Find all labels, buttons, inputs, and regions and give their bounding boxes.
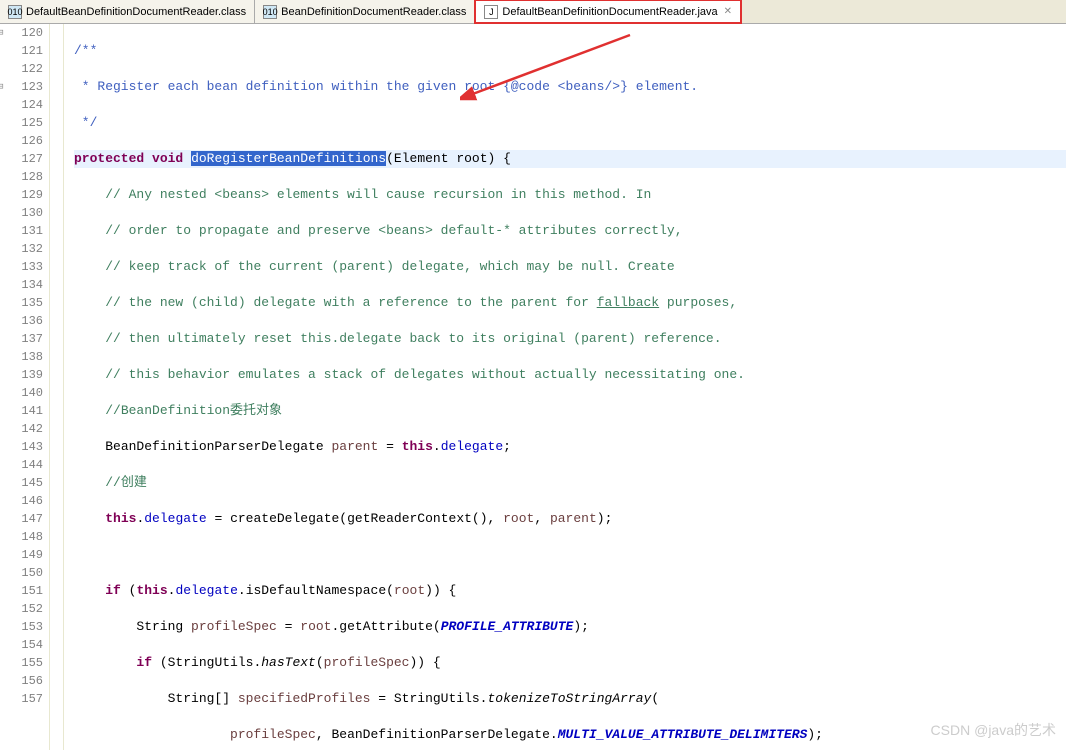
tab-java-active[interactable]: J DefaultBeanDefinitionDocumentReader.jav… <box>474 0 742 24</box>
javadoc: * Register each bean definition within t… <box>74 79 698 94</box>
tab-label: BeanDefinitionDocumentReader.class <box>281 6 466 18</box>
class-file-icon: 010 <box>8 5 22 19</box>
watermark: CSDN @java的艺术 <box>931 720 1056 740</box>
highlighted-line: protected void doRegisterBeanDefinitions… <box>74 150 1066 168</box>
javadoc: */ <box>74 115 97 130</box>
code-editor[interactable]: 120⊟121122123⊟12412512612712812913013113… <box>0 24 1066 750</box>
editor-tabs: 010 DefaultBeanDefinitionDocumentReader.c… <box>0 0 1066 24</box>
comment: //创建 <box>105 475 147 490</box>
comment: // then ultimately reset this.delegate b… <box>105 331 721 346</box>
comment: // keep track of the current (parent) de… <box>105 259 675 274</box>
close-icon[interactable]: ✕ <box>724 6 732 17</box>
selected-method-name: doRegisterBeanDefinitions <box>191 151 386 166</box>
code-area[interactable]: /** * Register each bean definition with… <box>64 24 1066 750</box>
comment: // this behavior emulates a stack of del… <box>105 367 745 382</box>
tab-label: DefaultBeanDefinitionDocumentReader.clas… <box>26 6 246 18</box>
tab-label: DefaultBeanDefinitionDocumentReader.java <box>502 6 717 18</box>
tab-class-2[interactable]: 010 BeanDefinitionDocumentReader.class <box>255 0 475 23</box>
tab-class-1[interactable]: 010 DefaultBeanDefinitionDocumentReader.c… <box>0 0 255 23</box>
fold-marker-column <box>50 24 64 750</box>
comment: // Any nested <beans> elements will caus… <box>105 187 651 202</box>
class-file-icon: 010 <box>263 5 277 19</box>
javadoc: /** <box>74 43 97 58</box>
line-number-gutter: 120⊟121122123⊟12412512612712812913013113… <box>0 24 50 750</box>
comment: // order to propagate and preserve <bean… <box>105 223 682 238</box>
java-file-icon: J <box>484 5 498 19</box>
comment: //BeanDefinition委托对象 <box>105 403 282 418</box>
